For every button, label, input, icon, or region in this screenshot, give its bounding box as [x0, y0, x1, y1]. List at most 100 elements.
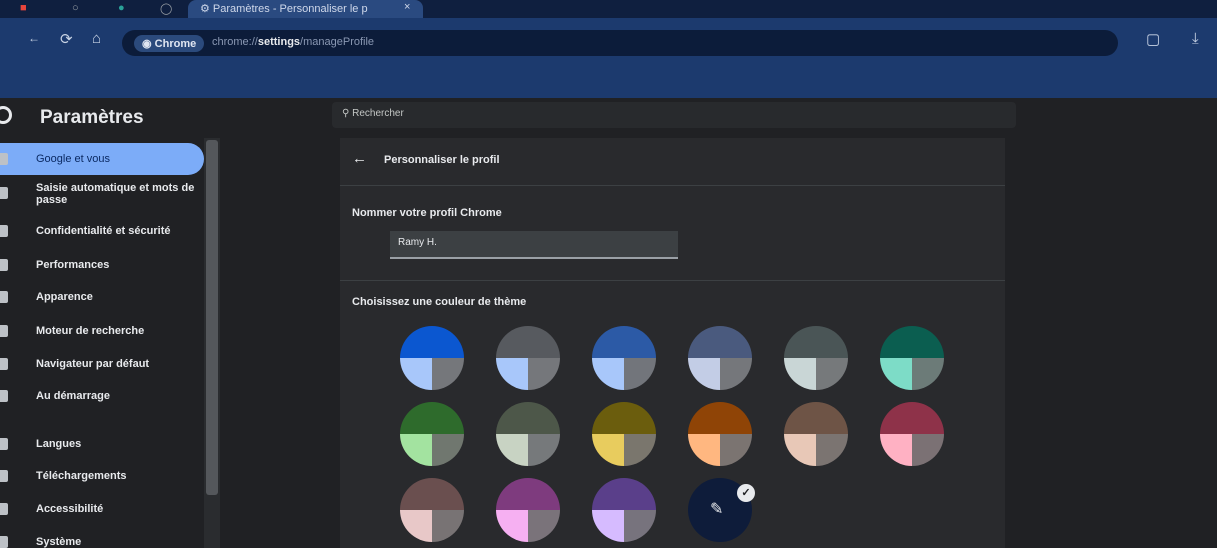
swatch-segment — [592, 326, 656, 358]
tab-title: Paramètres - Personnaliser le p — [212, 3, 368, 15]
swatch-segment — [912, 434, 944, 466]
theme-color-swatch[interactable] — [496, 478, 560, 542]
theme-color-swatch[interactable] — [592, 478, 656, 542]
theme-color-swatch[interactable] — [688, 326, 752, 390]
swatch-segment — [624, 358, 656, 390]
shield-icon — [0, 225, 8, 237]
back-arrow-icon[interactable]: ← — [352, 150, 367, 167]
accessibility-icon — [0, 503, 8, 515]
chrome-chip[interactable]: ◉ Chrome — [134, 35, 205, 52]
swatch-segment — [880, 434, 912, 466]
theme-color-swatch[interactable] — [592, 402, 656, 466]
swatch-segment — [592, 434, 624, 466]
divider — [340, 280, 1005, 281]
theme-color-swatch[interactable] — [400, 402, 464, 466]
theme-color-swatch[interactable] — [880, 402, 944, 466]
sidebar-item-label: Moteur de recherche — [36, 325, 145, 337]
profile-name-label: Nommer votre profil Chrome — [352, 207, 502, 219]
tab-settings[interactable]: ⚙ Paramètres - Personnaliser le p — [188, 0, 423, 18]
swatch-segment — [400, 478, 464, 510]
swatch-segment — [784, 434, 816, 466]
close-tab-icon[interactable]: × — [404, 1, 410, 13]
person-icon — [0, 153, 8, 165]
search-icon — [0, 325, 8, 337]
extensions-icon[interactable]: ▢ — [1146, 30, 1160, 48]
sidebar-item-appearance[interactable]: Apparence — [0, 291, 204, 303]
download-icon — [0, 470, 8, 482]
swatch-segment — [496, 358, 528, 390]
swatch-segment — [496, 510, 528, 542]
swatch-segment — [816, 358, 848, 390]
theme-color-swatch[interactable] — [784, 326, 848, 390]
theme-color-swatch[interactable] — [784, 402, 848, 466]
profile-name-input[interactable]: Ramy H. — [390, 231, 678, 259]
swatch-segment — [432, 358, 464, 390]
sidebar-item-performance[interactable]: Performances — [0, 259, 204, 271]
back-arrow-icon[interactable]: ← — [28, 31, 40, 45]
sidebar-item-search-engine[interactable]: Moteur de recherche — [0, 325, 204, 337]
swatch-segment — [784, 358, 816, 390]
section-title: Personnaliser le profil — [384, 154, 500, 166]
sidebar-item-label: Accessibilité — [36, 503, 104, 515]
sidebar: Google et vous Saisie automatique et mot… — [0, 138, 204, 548]
theme-color-swatch[interactable] — [400, 478, 464, 542]
checkmark-icon: ✓ — [737, 484, 755, 502]
reload-icon[interactable]: ⟳ — [60, 30, 73, 48]
sidebar-item-languages[interactable]: Langues — [0, 438, 204, 450]
sidebar-item-label: Téléchargements — [36, 470, 127, 482]
sidebar-scroll-thumb[interactable] — [206, 140, 218, 495]
swatch-segment — [880, 358, 912, 390]
swatch-segment — [400, 402, 464, 434]
download-icon[interactable]: ⤓ — [1192, 30, 1199, 47]
sidebar-item-default-browser[interactable]: Navigateur par défaut — [0, 358, 204, 370]
swatch-segment — [400, 434, 432, 466]
swatch-segment — [496, 434, 528, 466]
theme-color-swatch[interactable] — [496, 402, 560, 466]
tab-strip: ■ ○ ● ◯ ⚙ Paramètres - Personnaliser le … — [0, 0, 1217, 18]
theme-color-swatch[interactable] — [592, 326, 656, 390]
chrome-logo-icon: ◉ — [142, 38, 155, 50]
sidebar-item-accessibility[interactable]: Accessibilité — [0, 503, 204, 515]
theme-color-swatch[interactable] — [688, 402, 752, 466]
swatch-segment — [880, 402, 944, 434]
sidebar-item-startup[interactable]: Au démarrage — [0, 390, 204, 402]
sidebar-item-label: Saisie automatique et mots de passe — [36, 182, 195, 206]
swatch-segment — [688, 434, 720, 466]
github-icon[interactable]: ◯ — [160, 2, 172, 15]
theme-color-swatch[interactable] — [880, 326, 944, 390]
swatch-segment — [496, 402, 560, 434]
sidebar-item-autofill[interactable]: Saisie automatique et mots de passe — [0, 182, 204, 206]
pencil-icon: ✎ — [710, 501, 724, 518]
swatch-segment — [624, 434, 656, 466]
sidebar-item-label: Google et vous — [36, 153, 110, 165]
bookmarks-bar — [0, 63, 1217, 98]
theme-color-swatch[interactable] — [400, 326, 464, 390]
swatch-segment — [720, 434, 752, 466]
swatch-segment — [688, 326, 752, 358]
sidebar-item-google[interactable]: Google et vous — [0, 143, 204, 175]
sidebar-item-label: Navigateur par défaut — [36, 358, 150, 370]
app-icon[interactable]: ■ — [20, 2, 27, 14]
home-icon[interactable]: ⌂ — [92, 30, 101, 47]
swatch-segment — [592, 358, 624, 390]
wrench-icon — [0, 536, 8, 548]
sidebar-item-label: Apparence — [36, 291, 93, 303]
tab-icon[interactable]: ● — [118, 2, 125, 14]
search-input[interactable]: ⚲ Rechercher — [332, 102, 1016, 128]
swatch-segment — [528, 434, 560, 466]
swatch-segment — [624, 510, 656, 542]
swatch-segment — [496, 478, 560, 510]
address-bar[interactable]: ◉ Chrome chrome://settings/manageProfile — [122, 30, 1118, 56]
swatch-segment — [784, 326, 848, 358]
sidebar-item-label: Au démarrage — [36, 390, 110, 402]
swatch-segment — [880, 326, 944, 358]
sidebar-item-system[interactable]: Système — [0, 536, 204, 548]
sidebar-item-privacy[interactable]: Confidentialité et sécurité — [0, 225, 204, 237]
clipboard-icon — [0, 187, 8, 199]
search-placeholder: Rechercher — [352, 108, 404, 119]
swatch-segment — [688, 358, 720, 390]
tab-icon[interactable]: ○ — [72, 2, 79, 14]
sidebar-item-downloads[interactable]: Téléchargements — [0, 470, 204, 482]
theme-color-swatch[interactable] — [496, 326, 560, 390]
theme-color-label: Choisissez une couleur de thème — [352, 296, 527, 308]
